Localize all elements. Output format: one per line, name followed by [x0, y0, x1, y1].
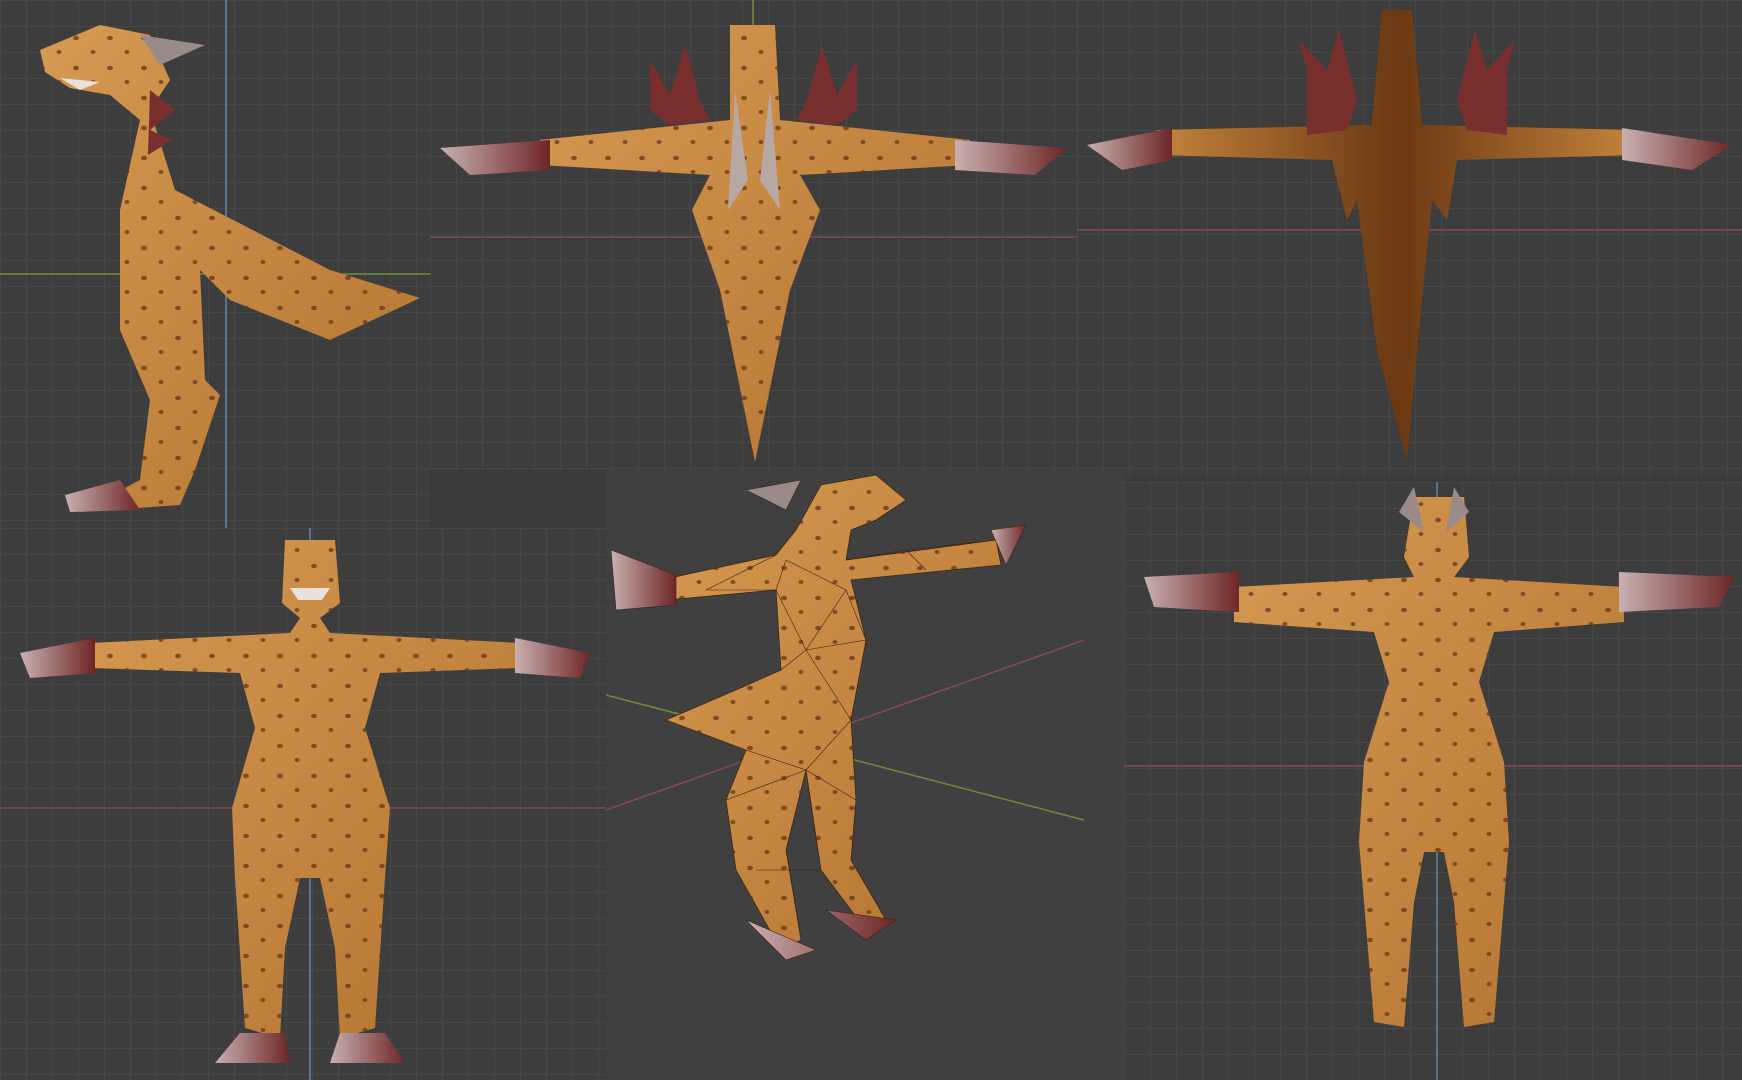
- creature-back: [1144, 487, 1734, 1027]
- back-spikes-left: [1299, 30, 1357, 135]
- viewport-bottom[interactable]: [1077, 0, 1742, 477]
- creature-bottom: [1087, 10, 1732, 460]
- right-hand-claws: [1619, 572, 1734, 612]
- back-spikes-right: [797, 45, 857, 125]
- model-bottom-view: [1077, 10, 1742, 460]
- left-foot-claws: [215, 1033, 290, 1063]
- viewport-front[interactable]: [0, 528, 606, 1080]
- viewport-top[interactable]: [430, 0, 1077, 470]
- back-spikes-left: [650, 45, 710, 125]
- model-top-view: [430, 0, 1077, 462]
- neck-spikes: [148, 90, 175, 155]
- creature-side: [40, 25, 420, 512]
- right-foot-claws: [330, 1033, 405, 1063]
- left-hand-claws: [610, 549, 677, 611]
- creature-front: [20, 540, 590, 1063]
- viewport-side[interactable]: [0, 0, 430, 528]
- back-spikes-right: [1457, 30, 1515, 135]
- model-side-view: [0, 0, 430, 528]
- horn: [745, 479, 802, 511]
- creature-perspective: [610, 474, 1027, 961]
- right-hand-claws: [1622, 128, 1732, 170]
- foot-claws: [65, 480, 140, 512]
- right-hand-claws: [515, 638, 590, 678]
- viewport-back[interactable]: [1124, 482, 1742, 1080]
- left-hand-claws: [20, 638, 95, 678]
- left-hand-claws: [1087, 128, 1172, 170]
- left-hand-claws: [440, 140, 550, 175]
- right-hand-claws: [955, 140, 1067, 175]
- model-perspective-view: [606, 474, 1085, 961]
- left-hand-claws: [1144, 572, 1239, 612]
- viewport-perspective[interactable]: [606, 470, 1124, 1080]
- model-front-view: [0, 528, 606, 1080]
- creature-top: [440, 25, 1067, 462]
- model-back-view: [1124, 482, 1742, 1080]
